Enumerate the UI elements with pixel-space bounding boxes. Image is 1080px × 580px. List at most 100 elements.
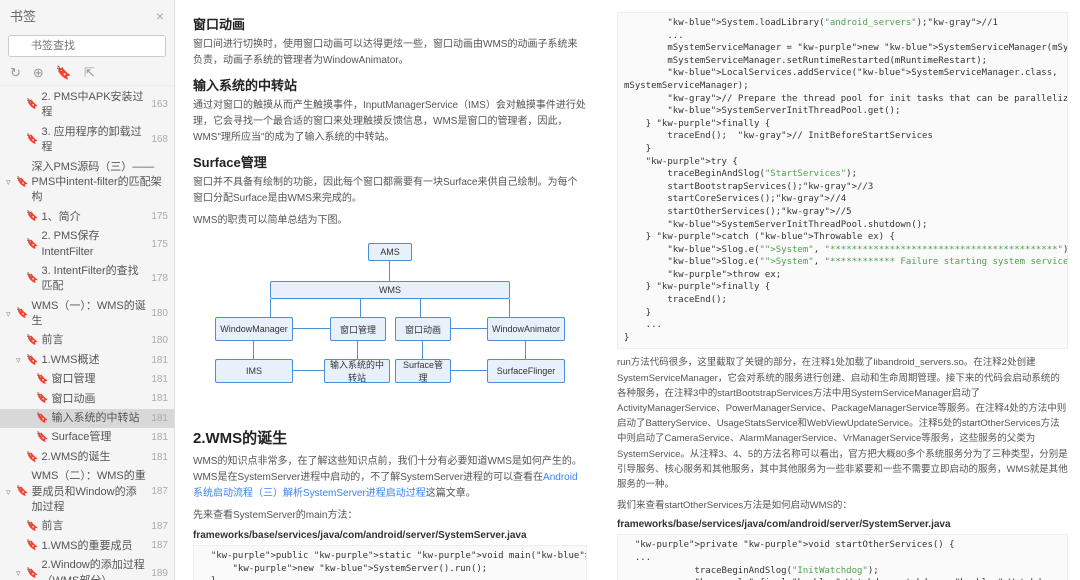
toolbar-icon-3[interactable]: 🔖 — [56, 65, 72, 81]
sidebar-header: 书签 × — [0, 0, 174, 31]
toc-page-number: 181 — [151, 451, 168, 465]
section-input-relay-title: 输入系统的中转站 — [193, 75, 587, 94]
toc-item[interactable]: 🔖3. IntentFilter的查找匹配 178 — [0, 262, 174, 297]
code-block-startotherservices: "kw-purple">private "kw-purple">void sta… — [617, 534, 1068, 580]
bookmark-icon: 🔖 — [26, 272, 38, 286]
bookmark-icon: 🔖 — [26, 520, 38, 534]
toc-item[interactable]: ▿🔖深入PMS源码（三）—— PMS中intent-filter的匹配架构 — [0, 158, 174, 208]
bookmark-icon: 🔖 — [16, 307, 28, 321]
toc-item[interactable]: 🔖3. 应用程序的卸载过程168 — [0, 123, 174, 158]
toc-item[interactable]: 🔖窗口管理 181 — [0, 370, 174, 389]
toc-page-number: 187 — [151, 539, 168, 553]
toc-page-number: 189 — [151, 567, 168, 580]
bookmark-icon: 🔖 — [26, 210, 38, 224]
sidebar-toolbar: ↻ ⊕ 🔖 ⇱ — [0, 61, 174, 86]
diagram-box-winmgmt: 窗口管理 — [330, 317, 386, 341]
diagram-box-windowanimator: WindowAnimator — [487, 317, 565, 341]
toc-item[interactable]: 🔖2.WMS的诞生181 — [0, 448, 174, 467]
toc-label: 前言 — [41, 333, 147, 348]
toc-page-number: 181 — [151, 412, 168, 426]
toc-label: 3. 应用程序的卸载过程 — [41, 125, 147, 156]
toc-page-number: 175 — [151, 238, 168, 252]
toc-item[interactable]: 🔖2. PMS保存IntentFilter 175 — [0, 227, 174, 262]
content-right-column: "kw-blue">System.loadLibrary("android_se… — [605, 0, 1080, 580]
bookmark-icon: 🔖 — [36, 392, 48, 406]
code-block-run-body: "kw-blue">System.loadLibrary("android_se… — [617, 12, 1068, 349]
diagram-box-surface-mgmt: Surface管理 — [395, 359, 451, 383]
sidebar: 书签 × 🔍 ↻ ⊕ 🔖 ⇱ 🔖2. PMS中APK安装过程163🔖3. 应用程… — [0, 0, 175, 580]
table-of-contents[interactable]: 🔖2. PMS中APK安装过程163🔖3. 应用程序的卸载过程168▿🔖深入PM… — [0, 86, 174, 580]
bookmark-icon: 🔖 — [16, 485, 28, 499]
toc-label: 1、简介 — [41, 210, 147, 225]
code-block-main: "kw-purple">public "kw-purple">static "k… — [193, 545, 587, 580]
run-method-explain: run方法代码很多，这里截取了关键的部分，在注释1处加载了libandroid_… — [617, 355, 1068, 492]
content-left-column: 窗口动画 窗口间进行切换时，使用窗口动画可以达得更炫一些，窗口动画由WMS的动画… — [175, 0, 605, 580]
diagram-box-wms: WMS — [270, 281, 510, 299]
bookmark-icon: 🔖 — [26, 238, 38, 252]
toc-page-number: 163 — [151, 98, 168, 112]
toc-page-number: 181 — [151, 392, 168, 406]
diagram-box-ams: AMS — [368, 243, 412, 261]
bookmark-icon: 🔖 — [26, 133, 38, 147]
code-path-3: frameworks/base/services/java/com/androi… — [617, 519, 1068, 530]
section-wms-birth-title: 2.WMS的诞生 — [193, 427, 587, 448]
toc-item[interactable]: 🔖1、简介175 — [0, 208, 174, 227]
toolbar-icon-2[interactable]: ⊕ — [33, 65, 44, 81]
run-method-explain2: 我们来查看startOtherServices方法是如何启动WMS的： — [617, 498, 1068, 513]
toc-label: 2.WMS的诞生 — [41, 450, 147, 465]
section-window-animation-title: 窗口动画 — [193, 14, 587, 33]
toc-item[interactable]: 🔖前言180 — [0, 331, 174, 350]
toc-page-number: 181 — [151, 431, 168, 445]
toc-label: 2. PMS中APK安装过程 — [41, 90, 147, 121]
toolbar-icon-1[interactable]: ↻ — [10, 65, 21, 81]
toc-item[interactable]: ▿🔖WMS（二）：WMS的重要成员和Window的添加过程187 — [0, 467, 174, 517]
main-content: 窗口动画 窗口间进行切换时，使用窗口动画可以达得更炫一些，窗口动画由WMS的动画… — [175, 0, 1080, 580]
toc-label: 深入PMS源码（三）—— PMS中intent-filter的匹配架构 — [31, 160, 164, 206]
toc-page-number: 178 — [151, 272, 168, 286]
bookmark-icon: 🔖 — [36, 431, 48, 445]
toc-label: 1.WMS概述 — [41, 353, 147, 368]
toc-page-number: 181 — [151, 354, 168, 368]
toc-item[interactable]: 🔖输入系统的中转站181 — [0, 409, 174, 428]
section-surface-title: Surface管理 — [193, 152, 587, 171]
toc-label: Surface管理 — [51, 430, 147, 445]
toc-item[interactable]: 🔖窗口动画 181 — [0, 390, 174, 409]
toolbar-icon-4[interactable]: ⇱ — [84, 65, 95, 81]
close-icon[interactable]: × — [156, 8, 164, 24]
toc-page-number: 180 — [151, 307, 168, 321]
toc-item[interactable]: 🔖前言187 — [0, 517, 174, 536]
toc-arrow-icon: ▿ — [16, 354, 26, 367]
toc-item[interactable]: ▿🔖2.Window的添加过程（WMS部分）189 — [0, 556, 174, 580]
toc-label: WMS（一）：WMS的诞生 — [31, 299, 147, 330]
toc-page-number: 181 — [151, 373, 168, 387]
toc-arrow-icon: ▿ — [6, 486, 16, 499]
toc-item[interactable]: 🔖Surface管理 181 — [0, 428, 174, 447]
diagram-box-surfaceflinger: SurfaceFlinger — [487, 359, 565, 383]
toc-label: 窗口管理 — [51, 372, 147, 387]
section-wms-birth-body: WMS的知识点非常多，在了解这些知识点前，我们十分有必要知道WMS是如何产生的。… — [193, 454, 587, 502]
toc-item[interactable]: ▿🔖WMS（一）：WMS的诞生180 — [0, 297, 174, 332]
bookmark-icon: 🔖 — [36, 373, 48, 387]
toc-label: 3. IntentFilter的查找匹配 — [41, 264, 147, 295]
bookmark-icon: 🔖 — [36, 412, 48, 426]
diagram-box-ims: IMS — [215, 359, 293, 383]
toc-label: 前言 — [41, 519, 147, 534]
section-surface-body: 窗口并不具备有绘制的功能，因此每个窗口都需要有一块Surface来供自己绘制。为… — [193, 175, 587, 207]
toc-label: 2. PMS保存IntentFilter — [41, 229, 147, 260]
sidebar-title: 书签 — [10, 6, 36, 25]
code-path-1: frameworks/base/services/java/com/androi… — [193, 530, 587, 541]
search-input[interactable] — [8, 35, 166, 57]
toc-arrow-icon: ▿ — [6, 176, 16, 189]
toc-label: 窗口动画 — [51, 392, 147, 407]
toc-arrow-icon: ▿ — [16, 567, 26, 580]
toc-label: 1.WMS的重要成员 — [41, 539, 147, 554]
toc-page-number: 180 — [151, 334, 168, 348]
wms-diagram: AMS WMS WindowManager 窗口管理 窗口动画 WindowAn… — [210, 243, 570, 413]
diagram-box-windowmanager: WindowManager — [215, 317, 293, 341]
bookmark-icon: 🔖 — [26, 98, 38, 112]
section-window-animation-body: 窗口间进行切换时，使用窗口动画可以达得更炫一些，窗口动画由WMS的动画子系统来负… — [193, 37, 587, 69]
toc-item[interactable]: 🔖1.WMS的重要成员187 — [0, 537, 174, 556]
toc-item[interactable]: ▿🔖1.WMS概述181 — [0, 351, 174, 370]
toc-item[interactable]: 🔖2. PMS中APK安装过程 163 — [0, 88, 174, 123]
diagram-box-input-relay: 输入系统的中转站 — [324, 359, 390, 383]
